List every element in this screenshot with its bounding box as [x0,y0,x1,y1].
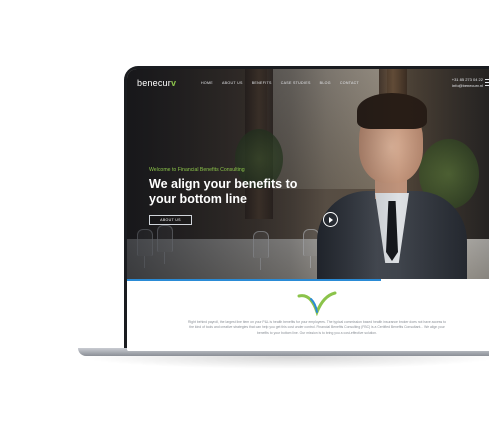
header-email[interactable]: info@benecurv.nl [452,83,483,89]
benecurv-checkmark-icon [297,291,337,316]
logo-mark: v [170,78,177,88]
hero-overlay [127,69,489,279]
hero-headline-line: We align your benefits to [149,177,298,191]
play-video-icon[interactable] [323,212,338,227]
nav-item-case-studies[interactable]: CASE STUDIES [281,81,311,85]
nav-item-home[interactable]: HOME [201,81,213,85]
nav-item-benefits[interactable]: BENEFITS [252,81,272,85]
hero-section: benecurv HOME ABOUT US BENEFITS CASE STU… [127,69,489,279]
section-accent-bar [127,279,381,281]
intro-paragraph: Right behind payroll, the largest line i… [187,320,447,335]
nav-item-blog[interactable]: BLOG [320,81,331,85]
nav-item-about-us[interactable]: ABOUT US [222,81,243,85]
menu-icon[interactable] [485,79,489,87]
laptop-screen: benecurv HOME ABOUT US BENEFITS CASE STU… [127,69,489,351]
hero-welcome-text: Welcome to Financial Benefits Consulting [149,167,245,173]
main-nav: HOME ABOUT US BENEFITS CASE STUDIES BLOG… [201,81,359,85]
logo-text: benecur [137,78,171,88]
hero-headline-line: your bottom line [149,192,247,206]
intro-section: Right behind payroll, the largest line i… [127,279,489,351]
about-us-button[interactable]: ABOUT US [149,215,192,225]
nav-item-contact[interactable]: CONTACT [340,81,359,85]
site-logo[interactable]: benecurv [137,78,176,88]
header-contact: +31 85 273 04 22 info@benecurv.nl [452,77,483,89]
hero-headline: We align your benefits to your bottom li… [149,177,339,207]
